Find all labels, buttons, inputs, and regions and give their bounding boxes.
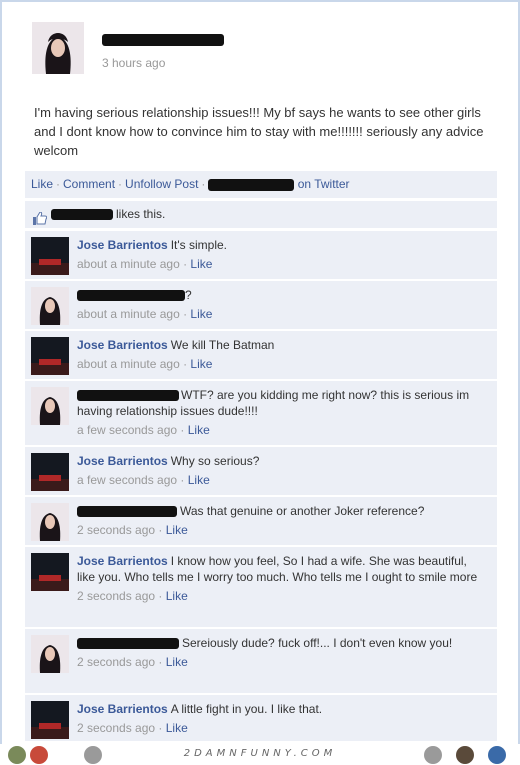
comment-author[interactable]: Jose Barrientos (77, 454, 168, 468)
comment-like-link[interactable]: Like (166, 655, 188, 669)
comment-like-link[interactable]: Like (190, 307, 212, 321)
comment-time[interactable]: about a minute ago (77, 307, 180, 321)
commenter-avatar[interactable] (31, 387, 69, 425)
comment-item: Jose Barrientos Why so serious? a few sec… (25, 447, 497, 495)
comment-text: Why so serious? (170, 454, 260, 468)
comment-author[interactable]: Jose Barrientos (77, 702, 168, 716)
comment-time[interactable]: 2 seconds ago (77, 655, 155, 669)
cartoon-face-icon (424, 746, 442, 764)
cartoon-face-icon (456, 746, 474, 764)
comment-author[interactable]: Jose Barrientos (77, 238, 168, 252)
twitter-link[interactable]: on Twitter (298, 177, 350, 191)
comment-like-link[interactable]: Like (190, 257, 212, 271)
likes-summary: likes this. (25, 201, 497, 228)
comment-item: Jose Barrientos We kill The Batman about … (25, 331, 497, 379)
facebook-post-card: 3 hours ago I'm having serious relations… (0, 0, 520, 746)
comment-like-link[interactable]: Like (188, 473, 210, 487)
commenter-avatar[interactable] (31, 635, 69, 673)
commenter-name-redacted[interactable] (77, 390, 179, 402)
comment-item: ? about a minute ago · Like (25, 281, 497, 329)
comment-like-link[interactable]: Like (166, 523, 188, 537)
comment-text: Was that genuine or another Joker refere… (180, 504, 425, 518)
comment-like-link[interactable]: Like (166, 589, 188, 603)
comment-time[interactable]: a few seconds ago (77, 423, 177, 437)
thumbs-up-icon (33, 208, 48, 226)
commenter-name-redacted[interactable] (77, 506, 177, 518)
comment-time[interactable]: a few seconds ago (77, 473, 177, 487)
watermark-text: 2DAMNFUNNY.COM (183, 748, 337, 759)
like-link[interactable]: Like (31, 177, 53, 191)
comment-item: Jose Barrientos A little fight in you. I … (25, 695, 497, 741)
commenter-avatar[interactable] (31, 453, 69, 491)
commenter-name-redacted[interactable] (77, 638, 179, 650)
commenter-name-redacted[interactable] (77, 290, 185, 302)
poster-name-redacted[interactable] (102, 34, 224, 46)
comment-link[interactable]: Comment (63, 177, 115, 191)
commenter-avatar[interactable] (31, 503, 69, 541)
post-actions-bar: Like · Comment · Unfollow Post · on Twitter (25, 171, 497, 198)
post-timestamp[interactable]: 3 hours ago (102, 56, 165, 70)
comment-time[interactable]: 2 seconds ago (77, 589, 155, 603)
post-header: 3 hours ago (32, 22, 492, 92)
comment-time[interactable]: about a minute ago (77, 357, 180, 371)
comment-item: Jose Barrientos I know how you feel, So I… (25, 547, 497, 627)
likes-text: likes this. (116, 207, 166, 221)
comment-text: Sereiously dude? fuck off!... I don't ev… (182, 636, 453, 650)
comment-time[interactable]: 2 seconds ago (77, 523, 155, 537)
comment-item: WTF? are you kidding me right now? this … (25, 381, 497, 445)
liker-name-redacted[interactable] (51, 209, 113, 221)
comment-text: We kill The Batman (170, 338, 275, 352)
comment-text: ? (185, 288, 192, 302)
twitter-handle-redacted (208, 178, 295, 191)
comment-like-link[interactable]: Like (188, 423, 210, 437)
poster-avatar[interactable] (32, 22, 84, 74)
comment-item: Jose Barrientos It's simple. about a minu… (25, 231, 497, 279)
commenter-avatar[interactable] (31, 553, 69, 591)
comment-time[interactable]: about a minute ago (77, 257, 180, 271)
comment-author[interactable]: Jose Barrientos (77, 554, 168, 568)
comment-text: It's simple. (170, 238, 228, 252)
comment-item: Was that genuine or another Joker refere… (25, 497, 497, 545)
watermark-footer: 2DAMNFUNNY.COM (0, 744, 520, 765)
post-message: I'm having serious relationship issues!!… (34, 105, 484, 158)
commenter-avatar[interactable] (31, 701, 69, 739)
comment-text: A little fight in you. I like that. (170, 702, 323, 716)
cartoon-face-icon (488, 746, 506, 764)
commenter-avatar[interactable] (31, 237, 69, 275)
comment-like-link[interactable]: Like (190, 357, 212, 371)
commenter-avatar[interactable] (31, 337, 69, 375)
unfollow-post-link[interactable]: Unfollow Post (125, 177, 198, 191)
comment-item: Sereiously dude? fuck off!... I don't ev… (25, 629, 497, 693)
comment-author[interactable]: Jose Barrientos (77, 338, 168, 352)
comment-time[interactable]: 2 seconds ago (77, 721, 155, 735)
comment-like-link[interactable]: Like (166, 721, 188, 735)
commenter-avatar[interactable] (31, 287, 69, 325)
